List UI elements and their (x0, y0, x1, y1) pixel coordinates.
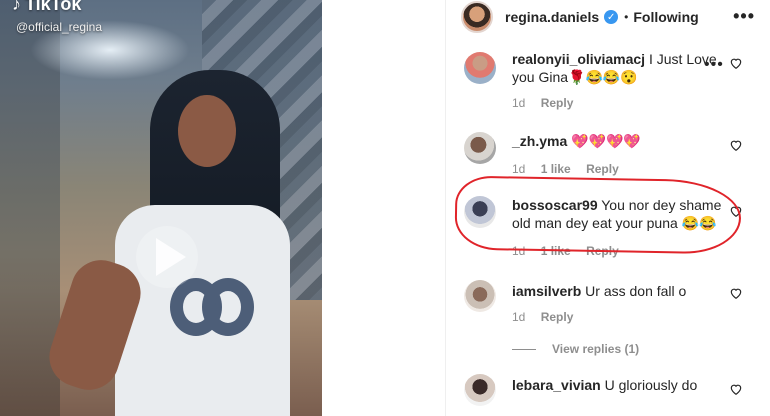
tiktok-label: TikTok (25, 0, 82, 14)
comment-avatar[interactable] (464, 280, 496, 312)
comment-likes[interactable]: 1 like (541, 162, 571, 176)
comment-time: 1d (512, 310, 526, 324)
annotation-red-circle (454, 175, 742, 255)
comment-avatar[interactable] (464, 52, 496, 84)
view-replies-divider (512, 348, 536, 350)
comment-text: lebara_vivian U gloriously do (512, 376, 727, 394)
comment-meta: 1d Reply (512, 96, 585, 110)
comment-text: _zh.yma 💖💖💖💖 (512, 132, 727, 150)
reply-button[interactable]: Reply (541, 96, 574, 110)
header-separator: • (624, 10, 629, 24)
header-username[interactable]: regina.daniels (505, 9, 599, 25)
view-replies-button[interactable]: View replies (1) (512, 342, 639, 356)
comment-text: realonyii_oliviamacj I Just Love you Gin… (512, 50, 727, 86)
comment-meta: 1d 1 like Reply (512, 162, 631, 176)
comment-time: 1d (512, 96, 526, 110)
comment-body: Ur ass don fall o (585, 283, 687, 299)
tiktok-icon: ♪ (12, 0, 21, 14)
comment-avatar[interactable] (464, 132, 496, 164)
avatar[interactable] (461, 1, 493, 33)
video-player[interactable]: ♪ TikTok @official_regina (0, 0, 322, 416)
reply-button[interactable]: Reply (541, 310, 574, 324)
view-replies-label: View replies (1) (552, 342, 640, 356)
heart-icon[interactable] (729, 286, 743, 300)
heart-icon[interactable] (729, 138, 743, 152)
heart-icon[interactable] (729, 56, 743, 70)
comment-username[interactable]: _zh.yma (512, 133, 567, 149)
heart-icon[interactable] (729, 382, 743, 396)
comment-avatar[interactable] (464, 374, 496, 406)
comment-body: 💖💖💖💖 (571, 133, 641, 149)
verified-badge-icon: ✓ (604, 10, 619, 24)
comment-username[interactable]: iamsilverb (512, 283, 581, 299)
comment-text: iamsilverb Ur ass don fall o (512, 282, 727, 300)
more-options-icon[interactable]: ••• (733, 6, 755, 27)
comment-meta: 1d Reply (512, 310, 585, 324)
reply-button[interactable]: Reply (586, 162, 619, 176)
comment-time: 1d (512, 162, 526, 176)
play-icon (156, 238, 186, 276)
comment-username[interactable]: realonyii_oliviamacj (512, 51, 645, 67)
comment-body: U gloriously do (604, 377, 698, 393)
following-button[interactable]: Following (633, 9, 698, 25)
play-button[interactable] (136, 226, 198, 288)
comment-username[interactable]: lebara_vivian (512, 377, 601, 393)
tiktok-watermark: ♪ TikTok (12, 0, 81, 15)
comment-more-icon[interactable]: ••• (704, 56, 724, 74)
post-header: regina.daniels ✓ • Following ••• (446, 0, 770, 34)
video-person-face (178, 95, 236, 167)
tiktok-username: @official_regina (16, 20, 103, 34)
